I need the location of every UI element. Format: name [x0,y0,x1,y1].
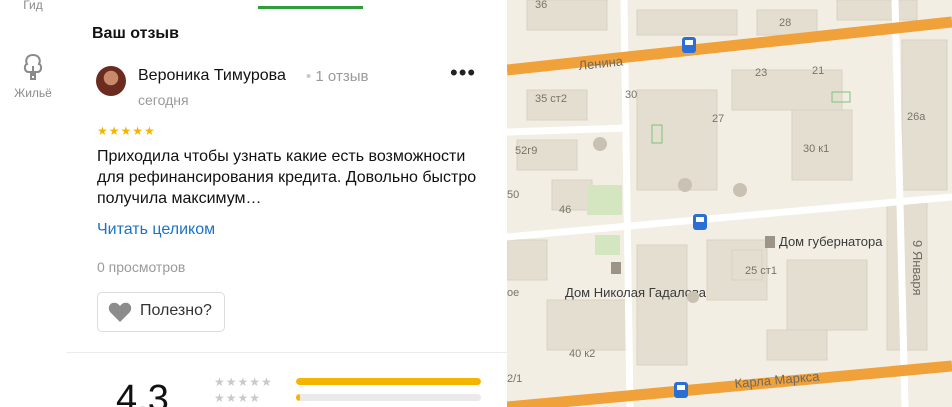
rating-stars: ★★★★★ [97,124,156,138]
distribution-stars: ★★★★ [214,391,262,405]
review-date: сегодня [138,92,189,108]
svg-text:36: 36 [535,0,547,11]
svg-text:28: 28 [779,17,791,29]
svg-text:21: 21 [812,65,824,77]
svg-text:40 к2: 40 к2 [569,348,595,360]
svg-text:25 ст1: 25 ст1 [745,265,777,277]
map[interactable]: Ленина Карла Маркса 9 Января Дом губерна… [507,0,952,407]
heart-icon [108,302,132,322]
landmark-label: Дом губернатора [779,234,883,249]
housing-icon [23,53,43,80]
distribution-bar [296,394,481,401]
rail-item-housing[interactable]: Жильё [0,52,66,100]
landmark-label: Дом Николая Гадалова [565,285,707,300]
svg-text:2/1: 2/1 [507,373,522,385]
bus-stop-icon[interactable] [682,37,696,53]
read-more-link[interactable]: Читать целиком [97,221,215,239]
useful-button-label: Полезно? [140,302,212,319]
rail-item-guide[interactable]: Гид [0,0,66,12]
review-text: Приходила чтобы узнать какие есть возмож… [97,148,477,207]
overall-rating: 4,3 [116,378,169,407]
svg-text:35 ст2: 35 ст2 [535,93,567,105]
review-panel: Ваш отзыв Вероника Тимурова • 1 отзыв се… [66,0,507,407]
author-review-count: • 1 отзыв [306,68,368,85]
svg-text:27: 27 [712,113,724,125]
author-name[interactable]: Вероника Тимурова [138,67,286,85]
svg-text:50: 50 [507,189,519,201]
bus-stop-icon[interactable] [693,214,707,230]
active-tab-indicator [258,6,363,9]
svg-text:30: 30 [625,89,637,101]
left-rail: Гид Жильё [0,0,67,407]
distribution-bar-fill [296,378,481,385]
svg-text:26а: 26а [907,111,926,123]
dot-separator: • [306,68,316,85]
views-count: 0 просмотров [97,259,186,275]
section-title: Ваш отзыв [92,25,179,42]
bus-stop-icon[interactable] [674,382,688,398]
avatar[interactable] [96,66,126,96]
more-options-button[interactable]: ••• [450,62,475,90]
svg-text:52г9: 52г9 [515,145,537,157]
street-label: 9 Января [910,240,925,296]
rail-item-guide-label: Гид [23,0,43,12]
distribution-stars: ★★★★★ [214,375,273,389]
distribution-bar [296,378,481,385]
useful-button[interactable]: Полезно? [97,292,225,332]
divider [66,352,507,353]
rail-item-housing-label: Жильё [14,86,52,100]
distribution-bar-fill [296,394,300,401]
review-count-label: 1 отзыв [315,68,369,85]
svg-text:23: 23 [755,67,767,79]
svg-text:46: 46 [559,204,571,216]
svg-text:30 к1: 30 к1 [803,143,829,155]
info-icon [687,291,699,303]
map-canvas[interactable]: Ленина Карла Маркса 9 Января Дом губерна… [507,0,952,407]
svg-text:ое: ое [507,287,519,299]
